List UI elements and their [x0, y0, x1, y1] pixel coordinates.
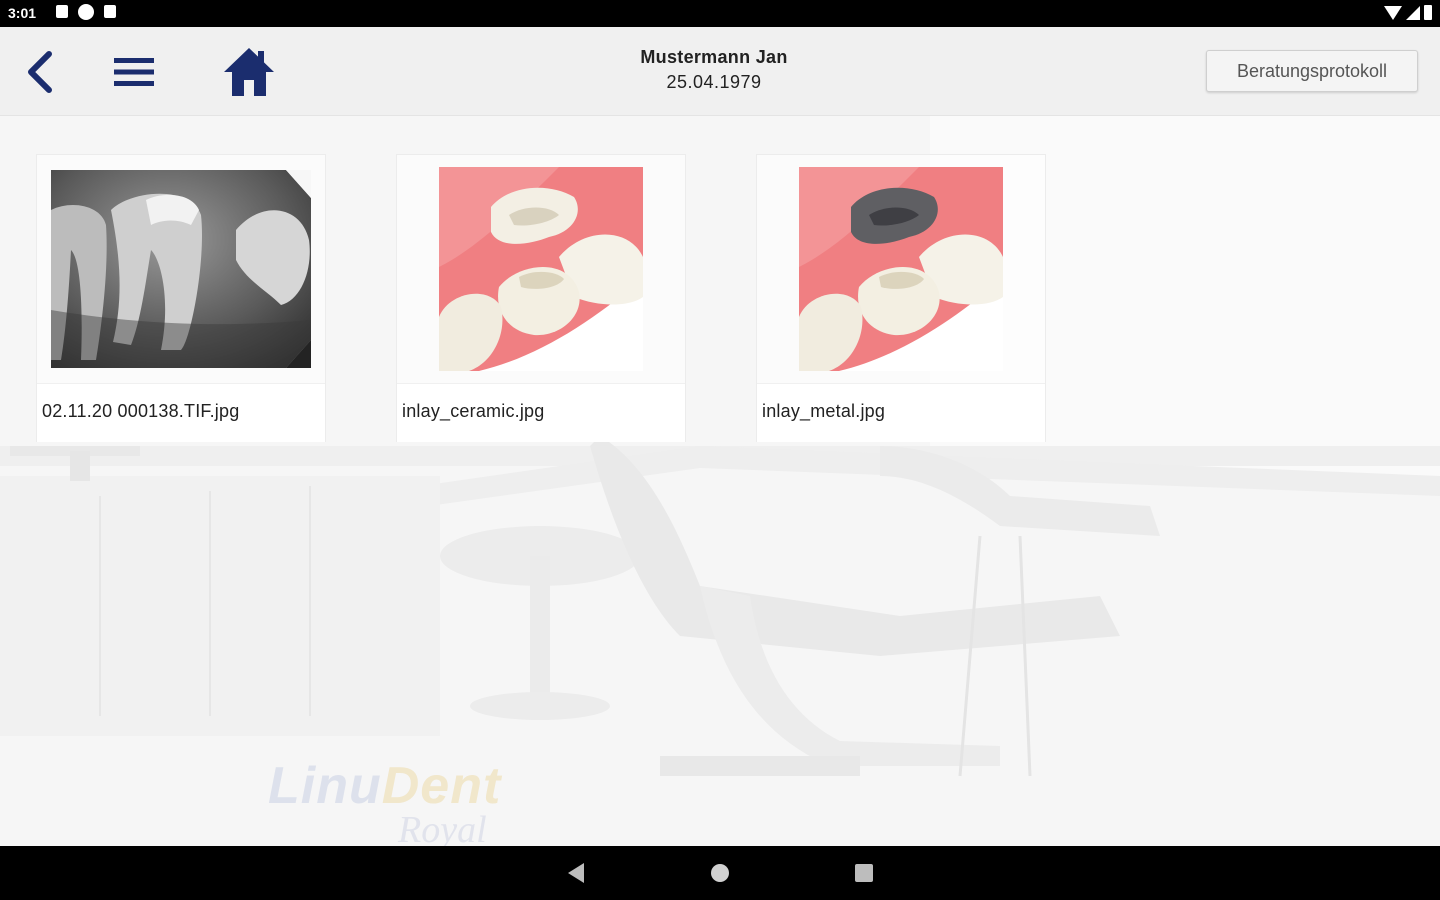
consultation-protocol-button[interactable]: Beratungsprotokoll	[1206, 50, 1418, 92]
inlay-metal-thumbnail	[799, 167, 1003, 371]
xray-thumbnail	[51, 170, 311, 368]
home-button[interactable]	[218, 41, 280, 103]
file-label-wrap: inlay_ceramic.jpg	[397, 383, 685, 442]
menu-button[interactable]	[108, 45, 160, 99]
nav-home-button[interactable]	[706, 860, 734, 886]
nav-back-button[interactable]	[562, 860, 590, 886]
sd-card-icon	[104, 5, 116, 18]
status-icons-left	[56, 4, 116, 20]
file-thumbnail-wrap	[37, 155, 325, 383]
system-nav-bar	[0, 846, 1440, 900]
cellular-signal-icon	[1406, 6, 1420, 20]
status-bar: 3:01	[0, 0, 1440, 27]
patient-name: Mustermann Jan	[640, 47, 788, 67]
status-time: 3:01	[8, 5, 37, 21]
file-card[interactable]: 02.11.20 000138.TIF.jpg	[36, 154, 326, 442]
file-label-wrap: inlay_metal.jpg	[757, 383, 1045, 442]
notification-icon	[56, 5, 68, 18]
patient-info: Mustermann Jan 25.04.1979	[560, 47, 868, 93]
file-card[interactable]: inlay_ceramic.jpg	[396, 154, 686, 442]
back-button[interactable]	[18, 45, 62, 99]
nav-recents-button[interactable]	[850, 860, 878, 886]
wifi-icon	[1384, 6, 1402, 20]
notification-circle-icon	[78, 4, 94, 20]
brand-watermark: LinuDent Royal	[268, 756, 501, 846]
file-name: inlay_ceramic.jpg	[402, 401, 545, 421]
file-name: inlay_metal.jpg	[762, 401, 886, 421]
home-icon	[224, 48, 274, 96]
nav-recents-icon	[855, 864, 873, 882]
file-label-wrap: 02.11.20 000138.TIF.jpg	[37, 383, 325, 442]
nav-home-icon	[711, 864, 729, 882]
patient-birthdate: 25.04.1979	[666, 72, 762, 92]
watermark-linu: Linu	[268, 757, 382, 815]
file-gallery: LinuDent Royal 02.11.20 000138.TIF.jpg i…	[0, 116, 1440, 846]
hamburger-menu-icon	[114, 58, 154, 86]
file-thumbnail-wrap	[397, 155, 685, 383]
chevron-left-icon	[28, 51, 52, 93]
inlay-ceramic-thumbnail	[439, 167, 643, 371]
file-name: 02.11.20 000138.TIF.jpg	[42, 401, 240, 421]
nav-back-icon	[568, 863, 584, 883]
watermark-dent: Dent	[381, 757, 502, 815]
app-bar: Mustermann Jan 25.04.1979 Beratungsproto…	[0, 27, 1440, 116]
watermark-royal: Royal	[398, 809, 487, 846]
file-thumbnail-wrap	[757, 155, 1045, 383]
file-card[interactable]: inlay_metal.jpg	[756, 154, 1046, 442]
battery-icon	[1424, 5, 1432, 20]
status-icons-right	[1384, 5, 1432, 20]
